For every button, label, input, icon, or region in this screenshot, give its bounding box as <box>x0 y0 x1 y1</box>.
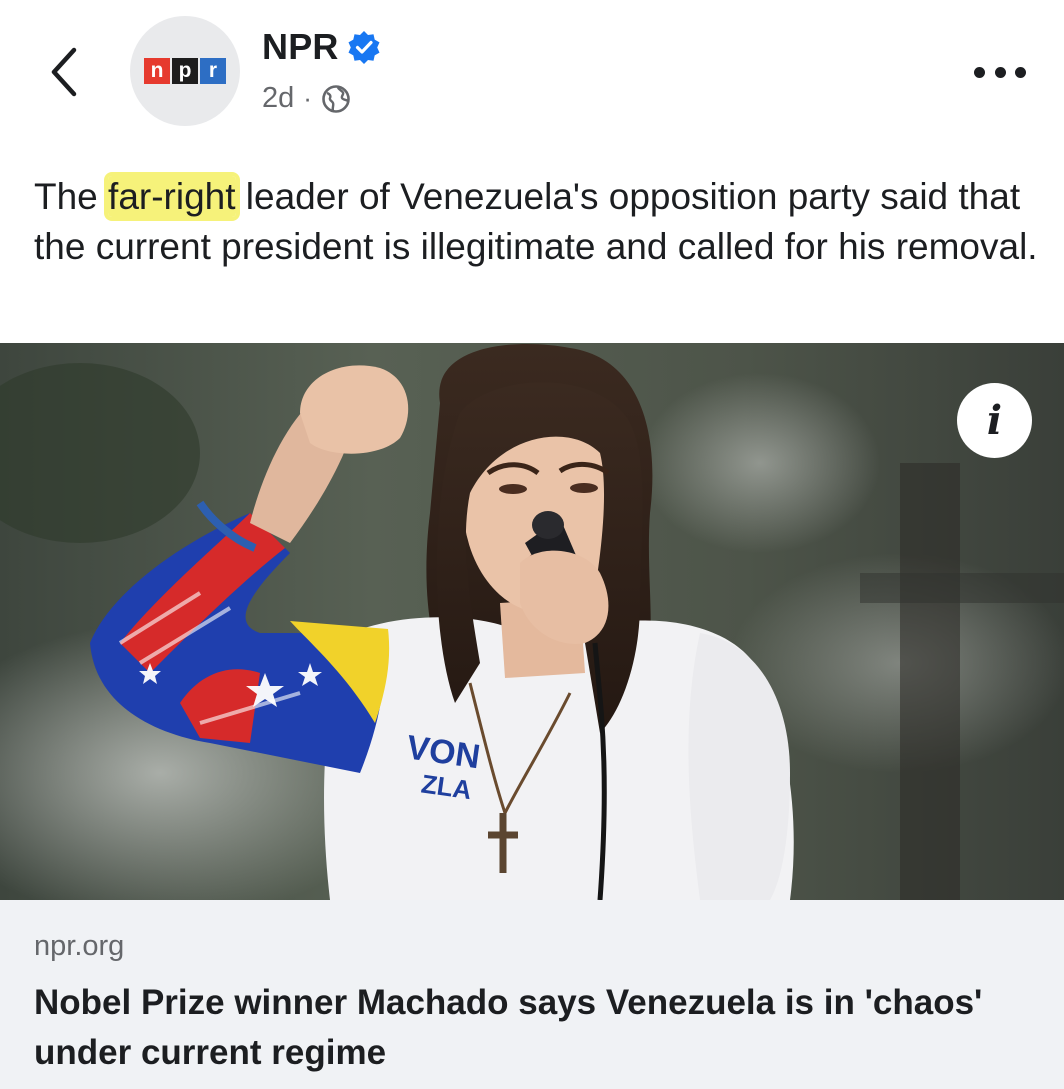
chevron-left-icon <box>51 47 77 97</box>
link-title[interactable]: Nobel Prize winner Machado says Venezuel… <box>34 978 1034 1078</box>
post-text: The far-right leader of Venezuela's oppo… <box>34 172 1044 272</box>
page-name[interactable]: NPR <box>262 26 339 68</box>
post-header: n p r NPR 2d · <box>0 0 1064 150</box>
post-meta: 2d · <box>262 82 351 115</box>
post-text-before: The <box>34 176 109 217</box>
info-icon: i <box>986 397 1003 444</box>
back-button[interactable] <box>38 42 88 102</box>
more-icon <box>974 66 985 78</box>
photo-illustration: VON ZLA <box>0 343 1064 900</box>
page-name-row: NPR <box>262 26 381 68</box>
link-domain: npr.org <box>34 930 125 962</box>
meta-separator: · <box>303 83 312 113</box>
highlighted-word: far-right <box>108 176 236 217</box>
logo-letter-r: r <box>200 58 226 84</box>
avatar[interactable]: n p r <box>130 16 240 126</box>
logo-letter-p: p <box>172 58 198 84</box>
info-button[interactable]: i <box>957 383 1032 458</box>
verified-icon <box>348 31 380 64</box>
post-timestamp[interactable]: 2d <box>262 82 294 115</box>
globe-icon <box>322 84 350 113</box>
npr-logo: n p r <box>144 58 226 84</box>
link-preview-image[interactable]: VON ZLA <box>0 343 1064 900</box>
more-options-button[interactable] <box>970 52 1030 92</box>
logo-letter-n: n <box>144 58 170 84</box>
